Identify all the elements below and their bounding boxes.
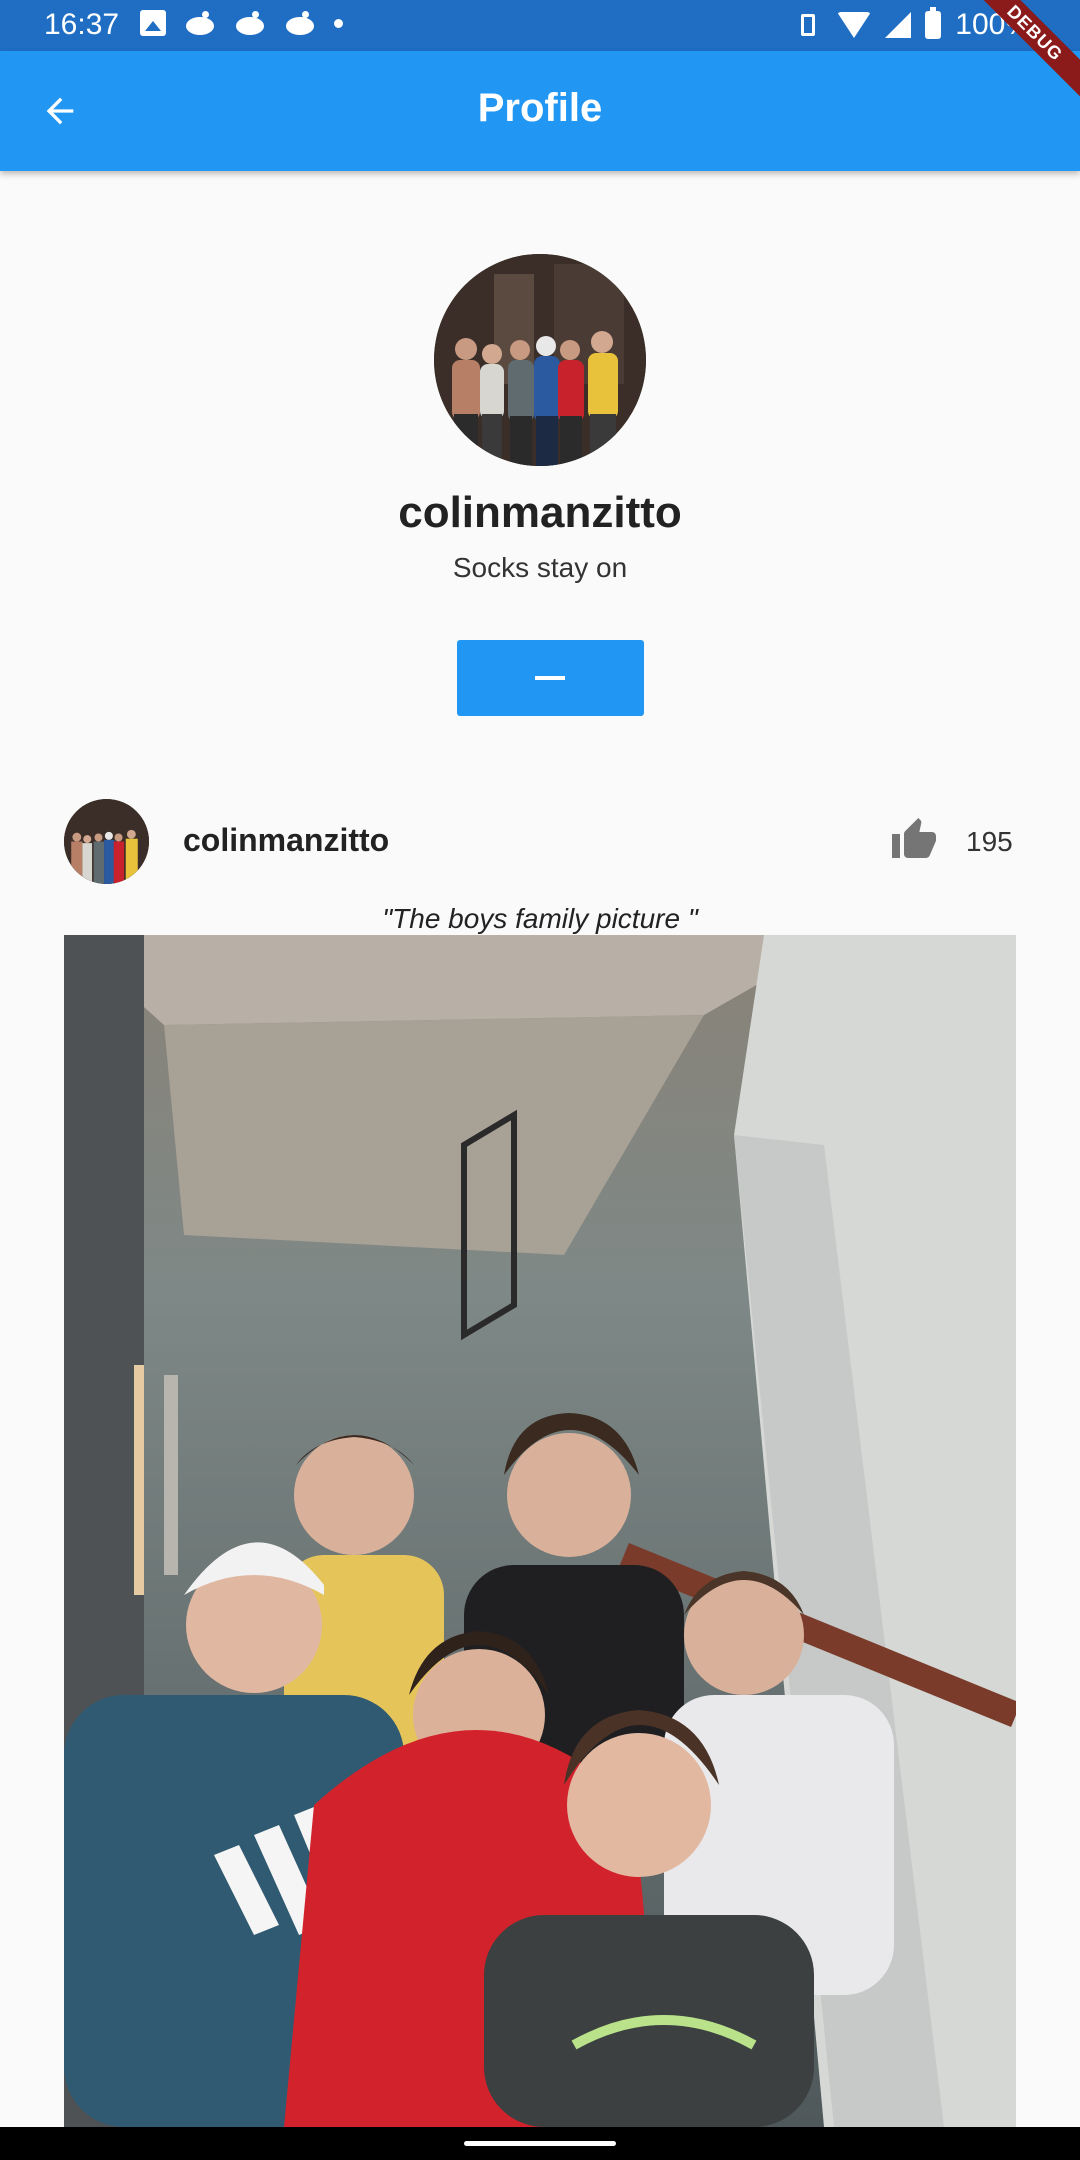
post-author-photo	[64, 799, 149, 884]
gallery-notification-icon	[140, 10, 166, 36]
profile-avatar[interactable]	[434, 254, 646, 466]
status-time: 16:37	[44, 8, 120, 41]
thumbs-up-icon[interactable]	[888, 816, 940, 864]
post-photo[interactable]	[64, 935, 1016, 2127]
reddit-notification-icon	[234, 11, 266, 35]
notification-icons	[140, 10, 343, 36]
post-author-username[interactable]: colinmanzitto	[183, 822, 389, 859]
reddit-notification-icon	[284, 11, 316, 35]
post-caption: "The boys family picture "	[382, 903, 698, 934]
wifi-icon	[837, 12, 872, 38]
profile-photo	[434, 254, 646, 466]
more-notifications-dot-icon	[334, 18, 343, 28]
page-title: Profile	[477, 86, 603, 130]
vibrate-icon	[793, 12, 823, 38]
profile-bio: Socks stay on	[452, 552, 628, 583]
post-author-avatar[interactable]	[64, 799, 149, 884]
reddit-notification-icon	[184, 11, 216, 35]
profile-username: colinmanzitto	[398, 488, 682, 537]
group-photo-illustration	[64, 935, 1016, 2127]
follow-toggle-button[interactable]	[457, 640, 644, 716]
app-bar: Profile	[0, 51, 1080, 171]
battery-icon	[925, 7, 942, 39]
status-bar: 16:37 100%	[0, 0, 1080, 51]
like-count: 195	[966, 826, 1013, 857]
signal-icon	[885, 12, 912, 38]
home-gesture-handle[interactable]	[464, 2141, 616, 2146]
system-navigation-bar	[0, 2127, 1080, 2160]
minus-icon	[535, 676, 565, 680]
